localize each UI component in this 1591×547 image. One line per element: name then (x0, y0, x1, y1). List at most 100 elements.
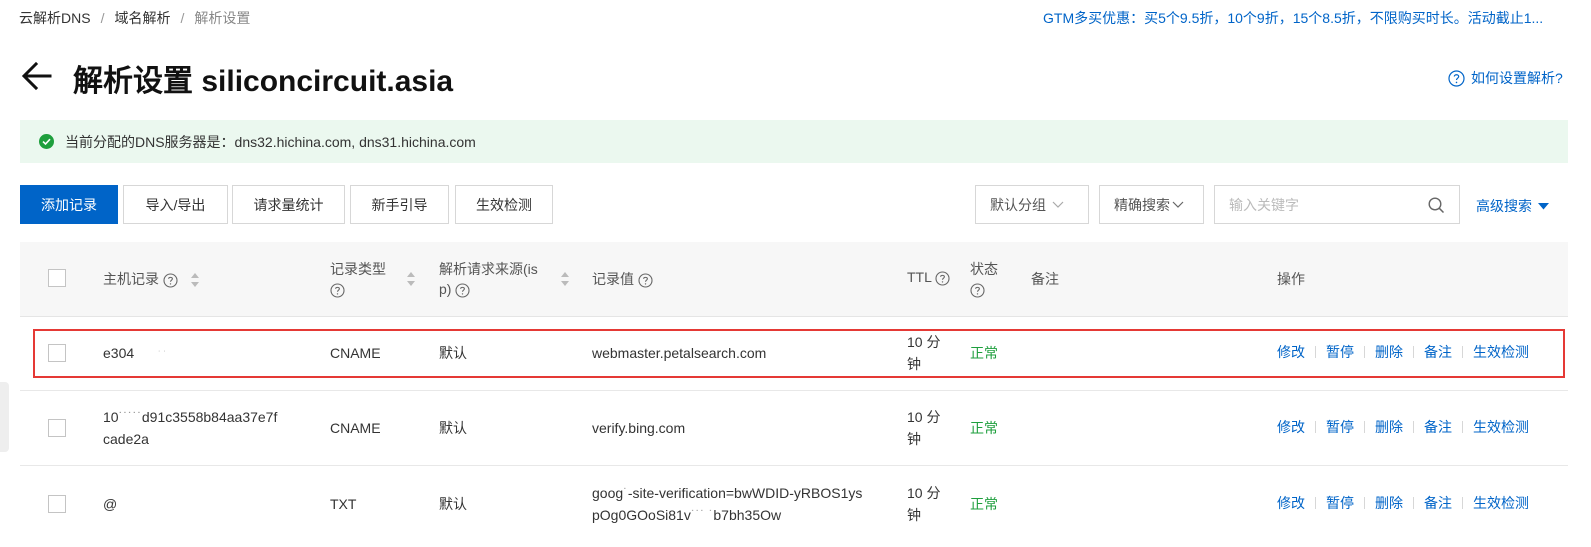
ttl-unit: 钟 (907, 356, 921, 372)
request-source-cell: 默认 (439, 496, 467, 512)
delete-link[interactable]: 删除 (1375, 493, 1403, 513)
breadcrumb-item-dns[interactable]: 云解析DNS (19, 8, 91, 28)
help-link-label: 如何设置解析? (1471, 70, 1563, 86)
column-type-label: 记录类型 (330, 261, 386, 277)
ttl-cell: 10 分 钟 (907, 331, 940, 375)
column-header-remark: 备注 (1031, 271, 1059, 287)
effect-check-link[interactable]: 生效检测 (1473, 342, 1529, 362)
column-ttl-label: TTL (907, 269, 932, 285)
guide-button[interactable]: 新手引导 (350, 185, 449, 224)
promo-link[interactable]: GTM多买优惠：买5个9.5折，10个9折，15个8.5折，不限购买时长。活动截… (1043, 8, 1568, 28)
add-record-button[interactable]: 添加记录 (20, 185, 118, 224)
status-cell: 正常 (970, 420, 998, 436)
edit-link[interactable]: 修改 (1277, 417, 1305, 437)
search-icon[interactable] (1428, 197, 1445, 214)
search-placeholder: 输入关键字 (1229, 196, 1299, 213)
divider (1413, 421, 1414, 433)
pause-link[interactable]: 暂停 (1326, 342, 1354, 362)
column-source-label-cont: p) (439, 281, 452, 297)
record-value-text-line2: pOg0GOoSi81v (592, 507, 691, 523)
host-record-text: 10 (103, 409, 119, 425)
edit-link[interactable]: 修改 (1277, 493, 1305, 513)
divider (1364, 346, 1365, 358)
record-value-cell: goog˙-site-verification=bwWDID-yRBOS1ys … (592, 482, 862, 526)
pause-link[interactable]: 暂停 (1326, 417, 1354, 437)
delete-link[interactable]: 删除 (1375, 417, 1403, 437)
help-circle-icon[interactable] (970, 283, 985, 298)
sort-icon[interactable] (190, 272, 200, 288)
record-value-cell: verify.bing.com (592, 420, 686, 436)
row-checkbox[interactable] (48, 419, 66, 437)
table-row: e304 ˙˙ CNAME 默认 webmaster.petalsearch.c… (20, 317, 1568, 391)
redacted-mark: ˙˙˙˙˙ (118, 409, 142, 425)
ttl-cell: 10 分 钟 (907, 406, 940, 450)
host-record-text-line2: cade2a (103, 431, 149, 447)
delete-link[interactable]: 删除 (1375, 342, 1403, 362)
effect-check-link[interactable]: 生效检测 (1473, 493, 1529, 513)
help-circle-icon[interactable] (455, 283, 470, 298)
row-checkbox[interactable] (48, 344, 66, 362)
breadcrumb-item-domain-resolve[interactable]: 域名解析 (114, 8, 170, 28)
record-value-text-cont: -site-verification=bwWDID-yRBOS1ys (627, 485, 863, 501)
redacted-mark: ˙˙ (134, 350, 169, 361)
help-circle-icon[interactable] (935, 271, 950, 286)
ttl-value: 10 分 (907, 409, 941, 425)
record-value-text-line2-cont: b7bh35Ow (713, 507, 782, 523)
divider (1315, 421, 1316, 433)
record-type-cell: CNAME (330, 345, 381, 361)
request-stats-button[interactable]: 请求量统计 (232, 185, 345, 224)
ttl-value: 10 分 (907, 485, 941, 501)
divider (1315, 497, 1316, 509)
column-header-host[interactable]: 主机记录 (103, 269, 200, 289)
host-record-cell: 10˙˙˙˙˙d91c3558b84aa37e7f cade2a (103, 406, 277, 450)
remark-link[interactable]: 备注 (1424, 417, 1452, 437)
pause-link[interactable]: 暂停 (1326, 493, 1354, 513)
advanced-search-link[interactable]: 高级搜索 (1476, 196, 1549, 216)
redacted-mark: ˙˙˙ ˙ (690, 507, 714, 523)
column-host-label: 主机记录 (103, 271, 159, 287)
search-input[interactable]: 输入关键字 (1214, 185, 1460, 224)
record-value-text: goog (592, 485, 624, 501)
search-mode-select[interactable]: 精确搜索 (1099, 185, 1204, 224)
group-select[interactable]: 默认分组 (975, 185, 1089, 224)
column-header-actions: 操作 (1277, 271, 1305, 287)
select-all-checkbox[interactable] (48, 269, 66, 287)
host-record-text-cont: d91c3558b84aa37e7f (141, 409, 278, 425)
help-circle-icon (1448, 69, 1465, 87)
row-actions: 修改 暂停 删除 备注 生效检测 (1277, 342, 1529, 362)
record-type-cell: TXT (330, 496, 357, 512)
side-panel-handle[interactable] (0, 382, 9, 452)
help-circle-icon[interactable] (163, 273, 178, 288)
chevron-down-icon (1052, 201, 1064, 209)
column-status-label: 状态 (970, 261, 998, 277)
sort-icon[interactable] (406, 271, 416, 287)
sort-icon[interactable] (560, 271, 570, 287)
column-header-type[interactable]: 记录类型 (330, 259, 386, 301)
request-source-cell: 默认 (439, 345, 467, 361)
page-title: 解析设置 siliconcircuit.asia (73, 65, 454, 98)
remark-link[interactable]: 备注 (1424, 342, 1452, 362)
column-header-source[interactable]: 解析请求来源(is p) (439, 259, 538, 298)
check-circle-icon (39, 134, 54, 149)
status-cell: 正常 (970, 345, 998, 361)
effect-check-link[interactable]: 生效检测 (1473, 417, 1529, 437)
row-checkbox[interactable] (48, 495, 66, 513)
divider (1364, 497, 1365, 509)
back-arrow-icon[interactable] (20, 58, 54, 94)
breadcrumb-item-current: 解析设置 (194, 10, 251, 26)
ttl-cell: 10 分 钟 (907, 482, 940, 526)
column-header-status: 状态 (970, 259, 998, 301)
ttl-unit: 钟 (907, 507, 921, 523)
effect-check-button[interactable]: 生效检测 (455, 185, 553, 224)
edit-link[interactable]: 修改 (1277, 342, 1305, 362)
host-record-cell: e304 ˙˙ (103, 342, 169, 367)
dns-server-notice: 当前分配的DNS服务器是：dns32.hichina.com, dns31.hi… (20, 120, 1568, 163)
remark-link[interactable]: 备注 (1424, 493, 1452, 513)
advanced-search-label: 高级搜索 (1476, 198, 1532, 214)
record-type-cell: CNAME (330, 420, 381, 436)
help-circle-icon[interactable] (638, 273, 653, 288)
help-link[interactable]: 如何设置解析? (1448, 68, 1563, 88)
help-circle-icon[interactable] (330, 283, 345, 298)
import-export-button[interactable]: 导入/导出 (123, 185, 228, 224)
breadcrumb-separator: / (180, 10, 185, 26)
